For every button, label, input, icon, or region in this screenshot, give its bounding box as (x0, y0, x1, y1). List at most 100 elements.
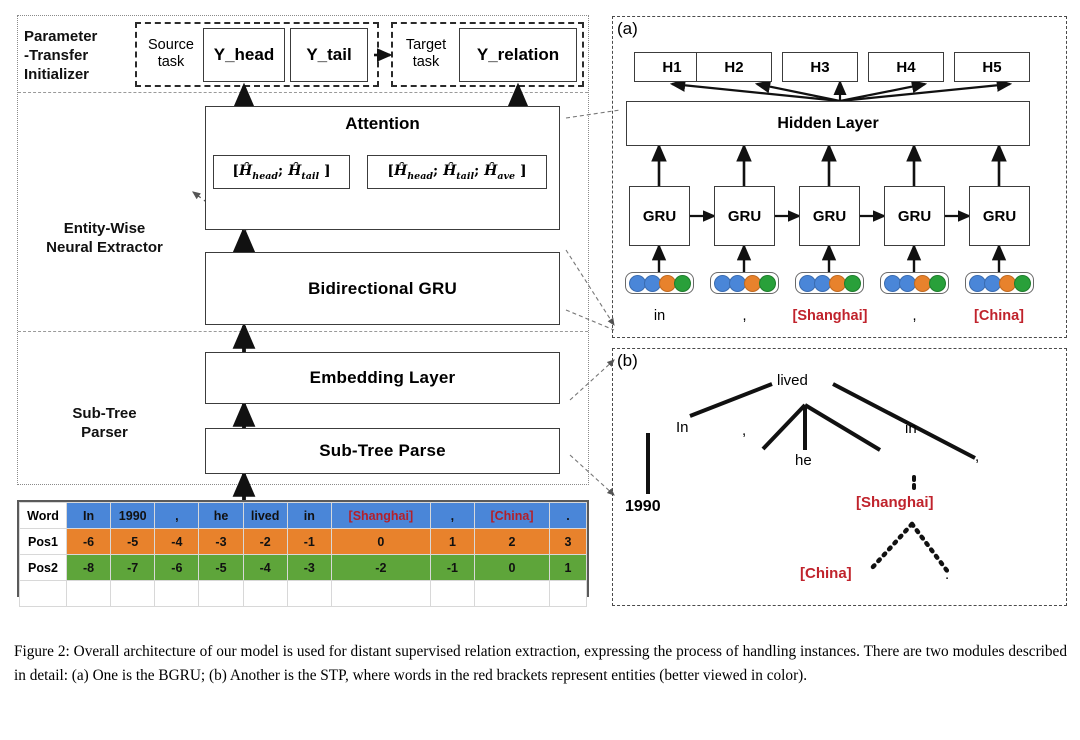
table-cell-pos1: -2 (242, 528, 288, 555)
token-label-in: in (653, 308, 666, 324)
embedding-layer[interactable]: Embedding Layer (205, 352, 560, 404)
table-spacer-cell (549, 580, 587, 607)
table-cell-word: , (154, 502, 200, 529)
source-task-label-line: task (157, 54, 185, 70)
embedding-dot-green (928, 274, 946, 292)
tree-node-period: . (945, 566, 950, 583)
table-cell-pos1: -5 (110, 528, 156, 555)
embedding-dot-blue (883, 274, 901, 292)
gru-cell-4: GRU (884, 186, 945, 246)
tree-node-1990: 1990 (625, 498, 661, 515)
table-cell-word-entity: [Shanghai] (330, 502, 431, 529)
table-cell-pos1: -4 (154, 528, 200, 555)
hidden-layer-box: Hidden Layer (626, 101, 1030, 146)
table-cell-pos2: -6 (154, 554, 200, 581)
table-cell-word: he (198, 502, 244, 529)
table-spacer-cell (242, 580, 288, 607)
target-task-label-line: Target (405, 37, 447, 53)
tree-node-china: [China] (800, 565, 852, 582)
gru-cell-3: GRU (799, 186, 860, 246)
stage-label-line: Entity-Wise (63, 220, 146, 237)
table-spacer-cell (110, 580, 156, 607)
figure-caption: Figure 2: Overall architecture of our mo… (14, 643, 1067, 684)
vector-head-tail-formula: [Ĥhead; Ĥtail ] (232, 162, 331, 182)
embedding-capsule-4 (880, 272, 949, 294)
row-label-pos1: Pos1 (19, 528, 67, 555)
embedding-dot-green (673, 274, 691, 292)
table-spacer-cell (65, 580, 112, 607)
embedding-dot-green (843, 274, 861, 292)
table-cell-pos1: 1 (429, 528, 476, 555)
stage-label-line: Parameter (24, 27, 98, 45)
embedding-dot-green (1013, 274, 1031, 292)
token-label-shanghai: [Shanghai] (792, 308, 868, 324)
table-cell-word-entity: [China] (474, 502, 550, 529)
vector-head-tail-ave-box: [Ĥhead; Ĥtail; Ĥave ] (367, 155, 547, 189)
stage-label-line: Neural Extractor (46, 239, 163, 256)
y-head-box[interactable]: Y_head (203, 28, 285, 82)
embedding-dot-orange (828, 274, 846, 292)
source-task-label: Source task (140, 31, 202, 77)
table-row-pos2: Pos2 -8 -7 -6 -5 -4 -3 -2 -1 0 1 (19, 554, 587, 581)
table-cell-pos1: 0 (330, 528, 431, 555)
embedding-capsule-5 (965, 272, 1034, 294)
embedding-dot-blue (898, 274, 916, 292)
token-label-china: [China] (974, 308, 1024, 324)
vector-head-tail-ave-formula: [Ĥhead; Ĥtail; Ĥave ] (387, 162, 527, 182)
table-row-spacer (19, 580, 587, 607)
table-cell-word: lived (242, 502, 288, 529)
tree-node-comma-2: , (975, 448, 980, 465)
table-row-pos1: Pos1 -6 -5 -4 -3 -2 -1 0 1 2 3 (19, 528, 587, 555)
embedding-dot-green (758, 274, 776, 292)
y-tail-box[interactable]: Y_tail (290, 28, 368, 82)
y-relation-box[interactable]: Y_relation (459, 28, 577, 82)
table-cell-pos2: -5 (198, 554, 244, 581)
embedding-dot-blue (813, 274, 831, 292)
embedding-dot-orange (998, 274, 1016, 292)
stage-label-entity-wise-neural-extractor: Entity-Wise Neural Extractor (22, 215, 187, 261)
embedding-dot-orange (658, 274, 676, 292)
hidden-state-h2: H2 (696, 52, 772, 82)
table-cell-word: , (429, 502, 476, 529)
hidden-state-h4: H4 (868, 52, 944, 82)
stage-label-sub-tree-parser: Sub-Tree Parser (22, 400, 187, 446)
bidirectional-gru-layer[interactable]: Bidirectional GRU (205, 252, 560, 325)
stage-label-line: Initializer (24, 65, 90, 83)
table-cell-word: In (65, 502, 112, 529)
embedding-capsule-3 (795, 272, 864, 294)
hidden-state-h3: H3 (782, 52, 858, 82)
table-cell-word: in (286, 502, 332, 529)
table-spacer-cell (330, 580, 431, 607)
table-cell-pos2: 1 (549, 554, 587, 581)
table-cell-word: 1990 (110, 502, 156, 529)
table-cell-pos2: -7 (110, 554, 156, 581)
embedding-dot-blue (628, 274, 646, 292)
table-cell-pos1: 3 (549, 528, 587, 555)
tree-node-shanghai: [Shanghai] (856, 494, 934, 511)
source-task-label-line: Source (148, 37, 194, 53)
stage-divider-2 (18, 331, 588, 332)
tree-node-in-capital: In (676, 419, 689, 436)
token-label-comma-2: , (912, 308, 917, 324)
sub-tree-parse-layer[interactable]: Sub-Tree Parse (205, 428, 560, 474)
table-row-word: Word In 1990 , he lived in [Shanghai] , … (19, 502, 587, 529)
table-cell-pos2: 0 (474, 554, 550, 581)
embedding-dot-orange (913, 274, 931, 292)
embedding-dot-blue (968, 274, 986, 292)
row-label-pos2: Pos2 (19, 554, 67, 581)
target-task-label: Target task (396, 31, 456, 77)
table-cell-pos1: -6 (65, 528, 112, 555)
table-spacer-cell (429, 580, 476, 607)
table-spacer-cell (474, 580, 550, 607)
table-cell-pos2: -3 (286, 554, 332, 581)
embedding-dot-blue (728, 274, 746, 292)
table-spacer-cell (19, 580, 67, 607)
tree-node-in: in (905, 420, 917, 437)
hidden-state-h5: H5 (954, 52, 1030, 82)
table-cell-pos2: -1 (429, 554, 476, 581)
stage-label-line: Parser (81, 424, 128, 441)
panel-a-tag: (a) (617, 19, 638, 38)
table-cell-pos2: -4 (242, 554, 288, 581)
table-cell-pos1: 2 (474, 528, 550, 555)
token-label-comma-1: , (742, 308, 747, 324)
